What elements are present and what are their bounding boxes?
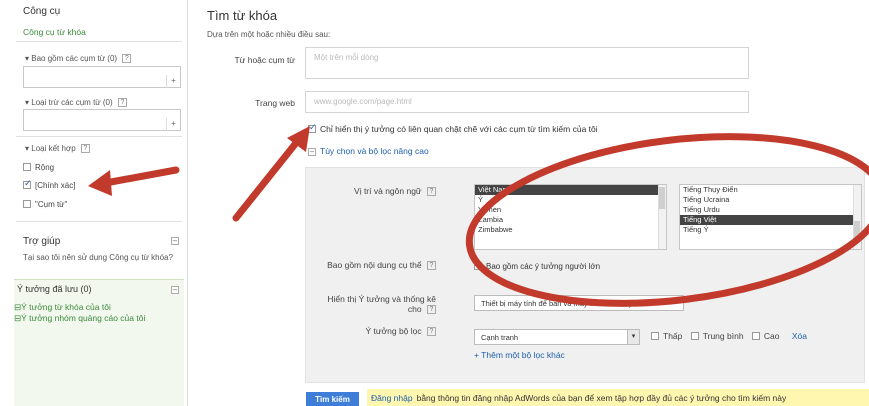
annotation-overlay (88, 126, 869, 307)
signin-notice: Đăng nhập bằng thông tin đăng nhập AdWord… (367, 389, 869, 406)
search-button[interactable]: Tìm kiếm (306, 392, 359, 406)
signin-link[interactable]: Đăng nhập (371, 393, 413, 403)
annotation-arrow-checkbox (232, 126, 310, 222)
annotation-ellipse (465, 133, 869, 307)
annotation-arrow-sidebar (88, 166, 180, 196)
signin-text: bằng thông tin đăng nhập AdWords của bạn… (416, 393, 787, 403)
